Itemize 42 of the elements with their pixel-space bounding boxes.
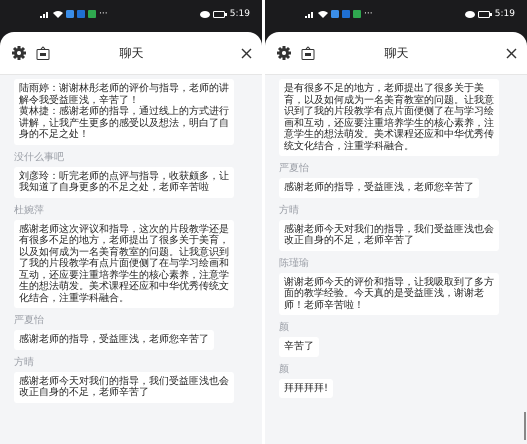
eye-icon: [464, 10, 475, 18]
close-icon[interactable]: [506, 48, 517, 58]
notice-board-icon[interactable]: [36, 46, 50, 60]
sender-name: 方晴: [279, 204, 299, 216]
status-time: 5:19: [494, 9, 515, 19]
settings-icon[interactable]: [277, 46, 291, 60]
notice-board-icon[interactable]: [301, 46, 315, 60]
message-text: 感谢老师的指导，受益匪浅，老师您辛苦了: [19, 334, 209, 346]
message-text: 谢谢老师今天的评价和指导，让我吸取到了多方面的教学经验。今天真的是受益匪浅，谢谢老师！老师辛苦啦！: [284, 276, 494, 311]
battery-icon: [478, 10, 492, 18]
sender-name: 严夏怡: [279, 163, 309, 174]
message-text: 黄林捷：感谢老师的指导，通过线上的方式进行讲解，让我产生更多的感受以及想法，明白了自身的不足之处！: [19, 106, 229, 140]
message-text: 感谢老师今天对我们的指导，我们受益匪浅也会改正自身的不足，老师辛苦了: [19, 376, 229, 398]
sender-name: 颜: [279, 322, 289, 333]
sender-name: 颜: [279, 364, 289, 374]
message-text: 感谢老师这次评议和指导，这次的片段教学还是有很多不足的地方，老师提出了很多关于美育，以及如何成为一名美育教室的问题。让我意识到了我的片段教学有点片面便侧了在与学习绘画和互动，还应要注重培养学生的核心素养，注意学生的想法萌发。美术课程还应和中华优秀传统文化结合，注重学科融合。: [19, 224, 229, 304]
sender-name: 严夏怡: [14, 315, 44, 326]
message-text: 刘彦玲：听完老师的点评与指导，收获颇多，让我知道了自身更多的不足之处，老师辛苦啦: [19, 170, 229, 194]
more-indicator: ···: [364, 9, 373, 19]
chat-title: 聊天: [118, 44, 144, 62]
scrollbar-thumb[interactable]: [524, 412, 526, 440]
eye-icon: [200, 10, 210, 18]
signal-icon: [305, 10, 315, 18]
more-indicator: ···: [99, 9, 108, 19]
message-text: 感谢老师今天对我们的指导，我们受益匪浅也会改正自身的不足，老师辛苦了: [284, 224, 494, 246]
message-text: 辛苦了: [284, 341, 314, 352]
sender-name: 方晴: [14, 356, 34, 368]
wifi-icon: [318, 10, 328, 18]
wifi-icon: [53, 10, 63, 18]
sender-name: 陈瑾瑜: [279, 258, 309, 268]
message-text: 陆雨婷：谢谢林彤老师的评价与指导，老师的讲解令我受益匪浅，辛苦了！: [19, 83, 229, 106]
signal-icon: [40, 10, 50, 18]
status-time: 5:19: [230, 9, 250, 19]
sender-name: 杜婉萍: [14, 204, 44, 216]
message-text: 是有很多不足的地方，老师提出了很多关于美育，以及如何成为一名美育教室的问题。让我意识到了我的片段教学有点片面便侧了在与学习绘画和互动，还应要注重培养学生的核心素养，注意学生的想法萌发。美术课程还应和中华优秀传统文化结合，注重学科融合。: [284, 83, 494, 152]
close-icon[interactable]: [241, 48, 252, 58]
battery-icon: [212, 10, 227, 18]
chat-title: 聊天: [384, 44, 410, 62]
message-text: 拜拜拜拜!: [284, 382, 328, 394]
settings-icon[interactable]: [12, 46, 26, 60]
message-text: 感谢老师的指导，受益匪浅，老师您辛苦了: [284, 182, 474, 194]
sender-name: 没什么事吧: [14, 152, 64, 162]
